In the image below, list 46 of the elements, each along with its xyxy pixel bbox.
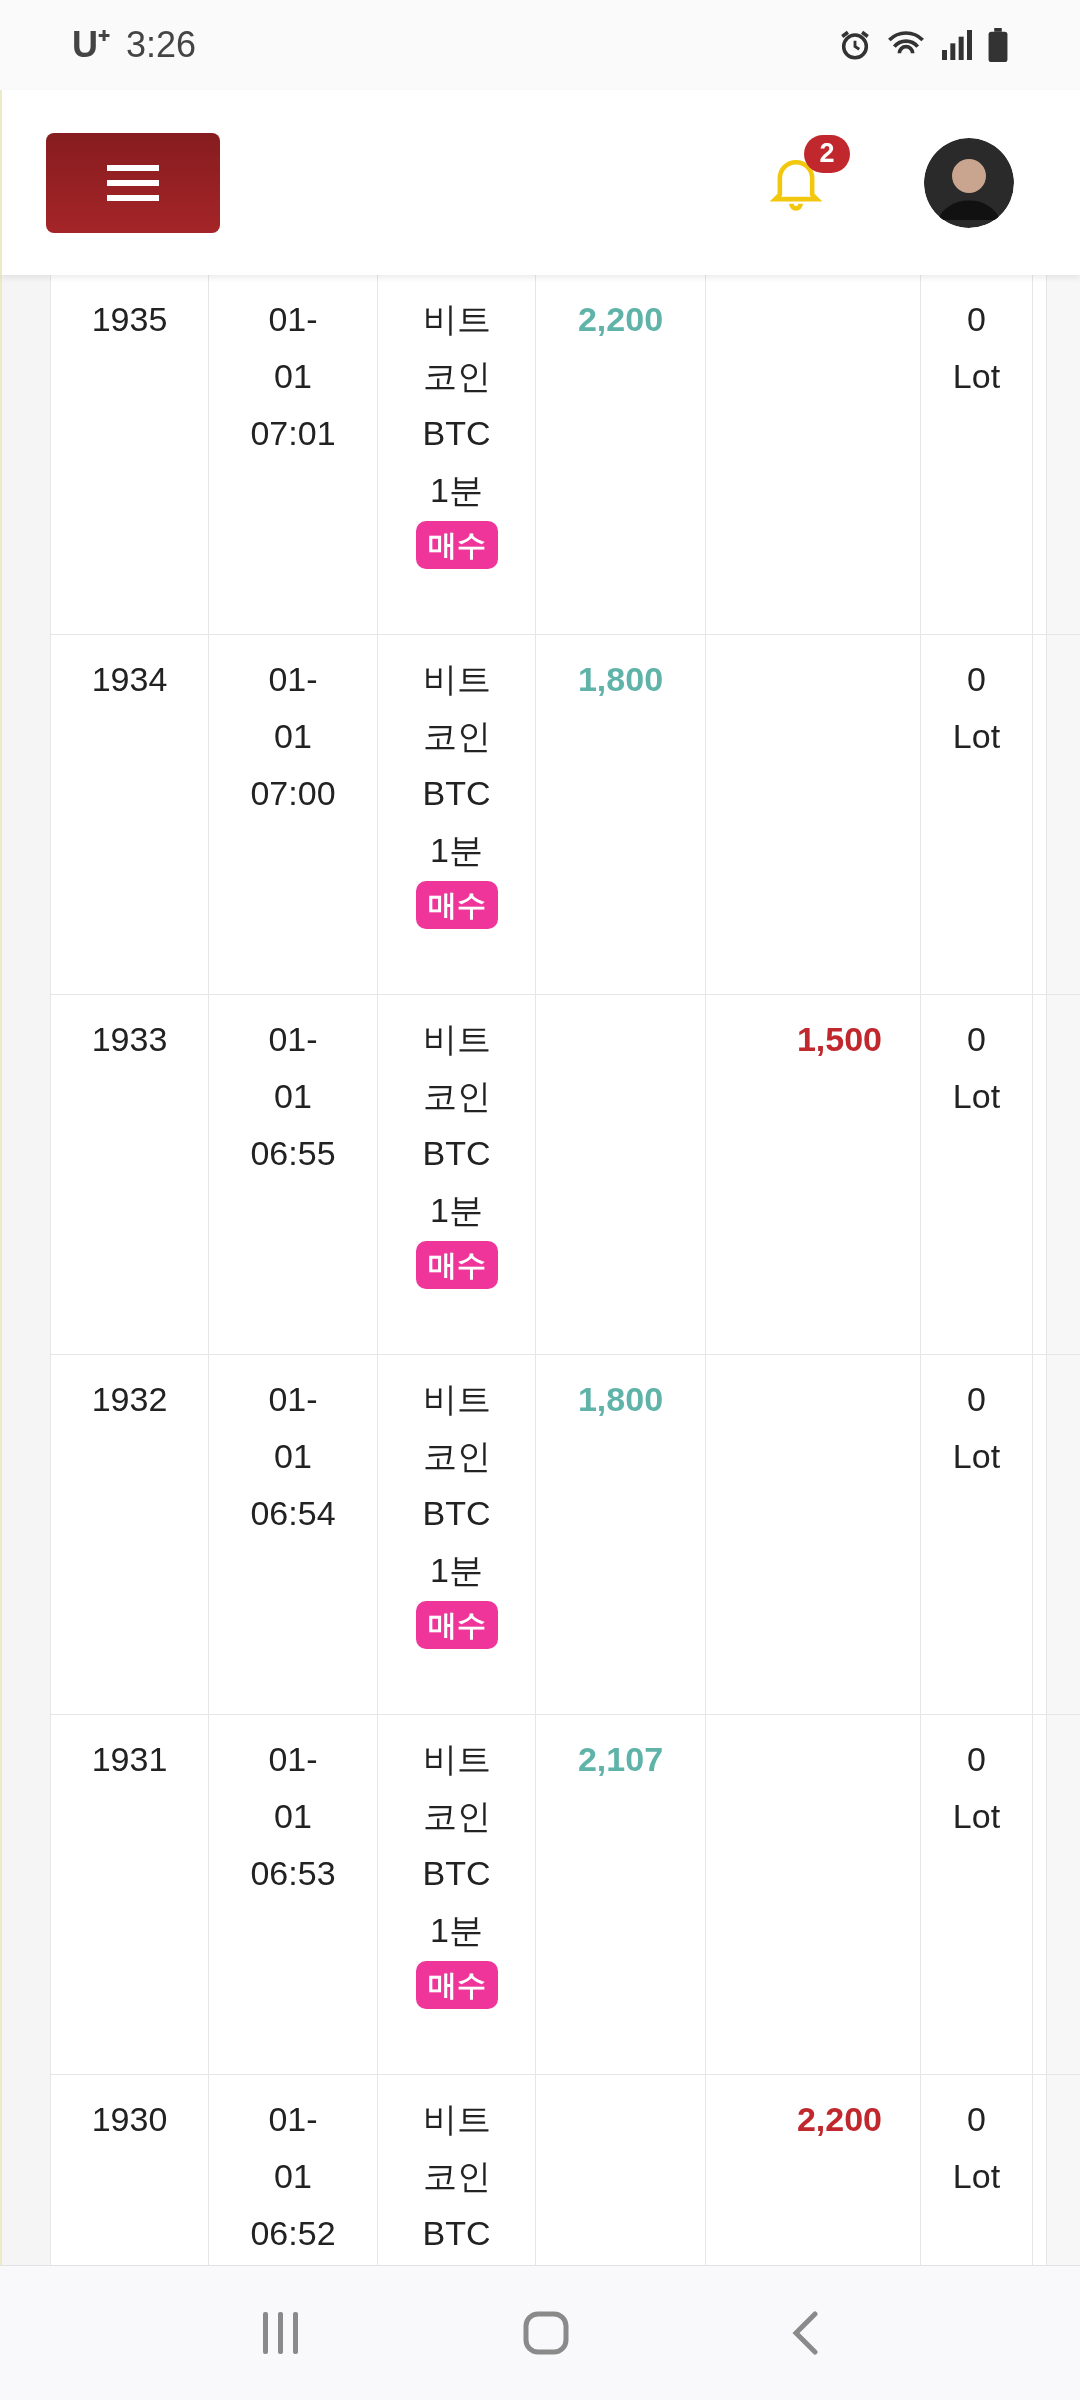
amount-text: 2,200 bbox=[796, 2099, 882, 2140]
clock-text: 3:26 bbox=[126, 23, 197, 67]
date-text: 01- 01 06:54 bbox=[250, 1379, 336, 1534]
asset-text: 비트 코인 BTC 1분 bbox=[422, 1379, 491, 1591]
amount-text: 2,200 bbox=[577, 299, 664, 340]
lot-text: 0 Lot bbox=[952, 1019, 1001, 1117]
back-icon[interactable] bbox=[791, 2311, 819, 2355]
lot-text: 0 Lot bbox=[952, 659, 1001, 757]
signal-icon bbox=[940, 30, 974, 60]
buy-badge: 매수 bbox=[415, 1241, 498, 1289]
buy-badge: 매수 bbox=[415, 1601, 498, 1649]
id-text: 1934 bbox=[91, 659, 168, 700]
recent-apps-icon[interactable] bbox=[261, 2312, 301, 2354]
menu-icon bbox=[107, 164, 159, 201]
lot-text: 0 Lot bbox=[952, 299, 1001, 397]
amount-text: 1,500 bbox=[796, 1019, 882, 1060]
id-text: 1935 bbox=[91, 299, 168, 340]
battery-icon bbox=[988, 28, 1008, 62]
menu-button[interactable] bbox=[46, 132, 220, 233]
date-text: 01- 01 06:53 bbox=[250, 1739, 336, 1894]
date-text: 01- 01 06:55 bbox=[250, 1019, 336, 1174]
id-text: 1930 bbox=[91, 2099, 168, 2140]
date-text: 01- 01 06:52 bbox=[250, 2099, 336, 2254]
amount-text: 1,800 bbox=[577, 1379, 664, 1420]
id-text: 1931 bbox=[91, 1739, 168, 1780]
avatar-icon[interactable] bbox=[924, 137, 1014, 228]
amount-text: 1,800 bbox=[577, 659, 664, 700]
lot-text: 0 Lot bbox=[952, 2099, 1001, 2197]
lot-text: 0 Lot bbox=[952, 1739, 1001, 1837]
asset-text: 비트 코인 BTC 1분 bbox=[422, 1019, 491, 1231]
id-text: 1932 bbox=[91, 1379, 168, 1420]
date-text: 01- 01 07:00 bbox=[250, 659, 336, 814]
buy-badge: 매수 bbox=[415, 881, 498, 929]
amount-text: 2,107 bbox=[577, 1739, 664, 1780]
asset-text: 비트 코인 BTC 1분 bbox=[422, 659, 491, 871]
notification-count: 2 bbox=[804, 134, 850, 173]
id-text: 1933 bbox=[91, 1019, 168, 1060]
asset-text: 비트 코인 BTC 1분 bbox=[422, 1739, 491, 1951]
home-icon[interactable] bbox=[523, 2311, 569, 2355]
asset-text: 비트 코인 BTC bbox=[422, 2099, 491, 2254]
lot-text: 0 Lot bbox=[952, 1379, 1001, 1477]
buy-badge: 매수 bbox=[415, 1961, 498, 2009]
buy-badge: 매수 bbox=[415, 521, 498, 569]
date-text: 01- 01 07:01 bbox=[250, 299, 336, 454]
asset-text: 비트 코인 BTC 1분 bbox=[422, 299, 491, 511]
carrier-text: U⁺ bbox=[72, 23, 110, 67]
